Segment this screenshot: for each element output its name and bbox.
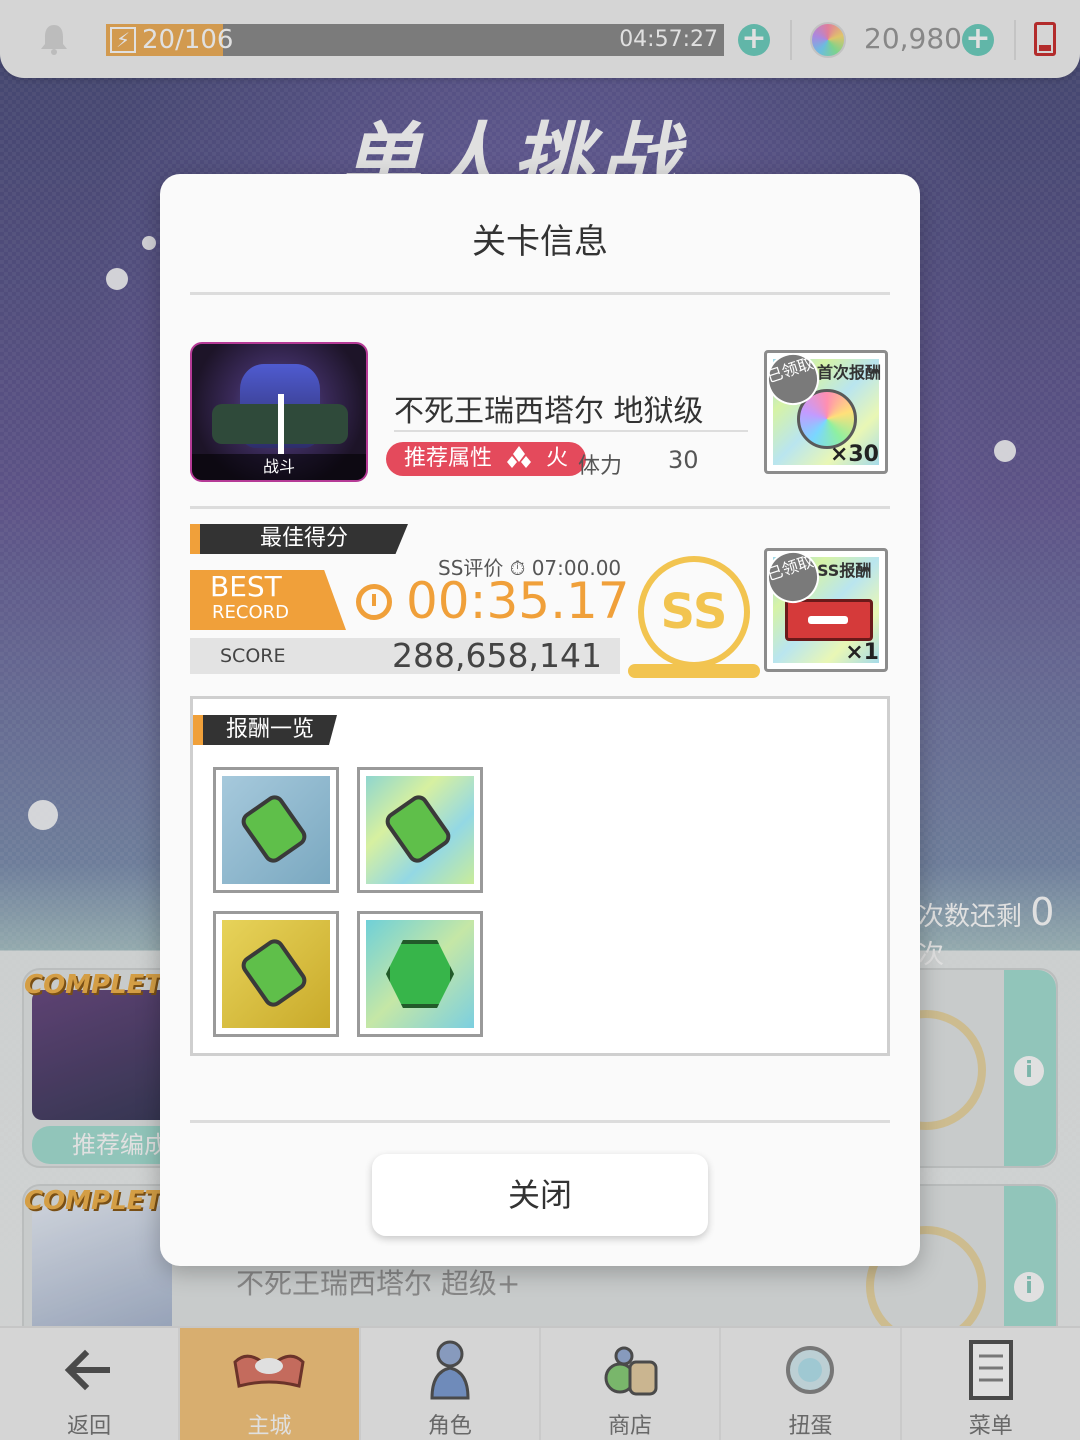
ticket-icon — [785, 599, 873, 641]
reward-item-potion[interactable] — [357, 767, 483, 893]
header-accent — [193, 715, 203, 745]
best-score-header: 最佳得分 — [190, 524, 408, 554]
ss-rank-reward[interactable]: SS报酬 已领取 ×1 — [764, 548, 888, 672]
fire-element-icon — [507, 446, 532, 468]
divider — [190, 1120, 890, 1123]
score-value: 288,658,141 — [392, 636, 602, 675]
stamina-cost-label: 体力 — [578, 454, 623, 479]
rewards-panel: 报酬一览 — [190, 696, 890, 1056]
reward-quantity: ×1 — [845, 640, 879, 665]
stage-info-dialog: 关卡信息 战斗 不死王瑞西塔尔 地狱级 推荐属性 火 体力 30 首次报酬 已领… — [160, 174, 920, 1266]
recommended-attribute-badge: 推荐属性 火 — [386, 442, 587, 476]
sword-image — [278, 394, 284, 454]
reward-item-potion[interactable] — [213, 911, 339, 1037]
header-accent — [190, 524, 200, 554]
divider — [190, 506, 890, 509]
best-time-value: 00:35.17 — [406, 572, 630, 630]
stopwatch-icon — [356, 584, 392, 620]
header-label: 报酬一览 — [203, 715, 337, 745]
stamina-cost: 30 — [668, 446, 699, 474]
reward-item-potion[interactable] — [213, 767, 339, 893]
divider — [190, 292, 890, 295]
rank-badge-icon: SS — [628, 556, 760, 678]
divider — [394, 430, 748, 432]
best-label: BEST — [210, 570, 282, 603]
stage-type-label: 战斗 — [192, 454, 366, 480]
stage-thumbnail: 战斗 — [190, 342, 368, 482]
reward-type: SS报酬 — [817, 561, 872, 580]
dialog-title: 关卡信息 — [472, 222, 608, 262]
score-label: SCORE — [220, 645, 286, 667]
reward-quantity: ×30 — [829, 442, 879, 467]
stage-name: 不死王瑞西塔尔 地狱级 — [394, 394, 704, 429]
header-label: 最佳得分 — [200, 524, 408, 554]
best-record-badge: BEST RECORD — [190, 570, 346, 630]
close-button[interactable]: 关闭 — [372, 1154, 708, 1236]
best-time: 00:35.17 — [356, 572, 630, 630]
rewards-header: 报酬一览 — [193, 715, 337, 745]
first-clear-reward[interactable]: 首次报酬 已领取 ×30 — [764, 350, 888, 474]
recommended-attr: 火 — [546, 446, 569, 471]
reward-item-crystal[interactable] — [357, 911, 483, 1037]
reward-type: 首次报酬 — [817, 363, 882, 382]
recommended-attr-label: 推荐属性 — [404, 446, 493, 471]
record-label: RECORD — [212, 602, 289, 623]
score-bar: SCORE 288,658,141 — [190, 638, 620, 674]
